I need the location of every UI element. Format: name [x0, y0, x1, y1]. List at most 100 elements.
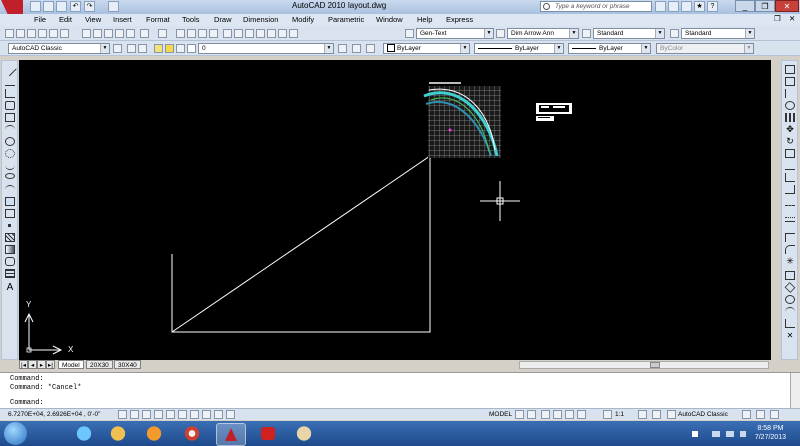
redo-tool-icon[interactable]	[158, 29, 167, 38]
tab-first-icon[interactable]: |◂	[19, 360, 28, 369]
polyline-icon[interactable]	[5, 89, 15, 98]
status-menu-icon[interactable]	[756, 410, 765, 419]
lightbulb-icon[interactable]	[154, 44, 163, 53]
lineweight-select[interactable]: ByLayer ▼	[568, 43, 651, 54]
circle-icon[interactable]	[5, 137, 15, 146]
open-icon[interactable]	[43, 1, 54, 12]
plot-icon[interactable]	[108, 1, 119, 12]
tray-volume-icon[interactable]	[740, 431, 746, 437]
chrome-icon[interactable]	[178, 423, 206, 444]
osnap-endpoint-icon[interactable]	[785, 271, 795, 280]
osnap-nearest-icon[interactable]: ✕	[785, 331, 795, 340]
fillet-icon[interactable]	[785, 245, 795, 254]
array-icon[interactable]	[785, 113, 795, 122]
save-file-icon[interactable]	[27, 29, 36, 38]
steering-wheel-icon[interactable]	[565, 410, 574, 419]
menu-view[interactable]: View	[85, 15, 101, 24]
layer-select[interactable]: 0 ▼	[198, 43, 334, 54]
break-at-point-icon[interactable]	[785, 197, 795, 206]
menu-restore-icon[interactable]: ❐	[774, 14, 781, 23]
sheet-set-icon[interactable]	[256, 29, 265, 38]
copy-icon[interactable]	[93, 29, 102, 38]
help-icon[interactable]: ?	[707, 1, 718, 12]
tray-battery-icon[interactable]	[726, 431, 734, 437]
command-scrollbar[interactable]	[790, 373, 800, 409]
zoom-status-icon[interactable]	[553, 410, 562, 419]
subscription-icon[interactable]	[668, 1, 679, 12]
new-icon[interactable]	[30, 1, 41, 12]
table-style-icon[interactable]	[582, 29, 591, 38]
showmotion-icon[interactable]	[577, 410, 586, 419]
object-snap-tracking-icon[interactable]	[178, 410, 187, 419]
make-current-icon[interactable]	[338, 44, 347, 53]
site-plan-detail[interactable]	[423, 82, 501, 158]
matchprop-icon[interactable]	[115, 29, 124, 38]
text-style-select[interactable]: Gen-Text ▼	[416, 28, 494, 39]
polygon-icon[interactable]	[5, 101, 15, 110]
gradient-icon[interactable]	[5, 245, 15, 254]
multileader-style-icon[interactable]	[670, 29, 679, 38]
sun-icon[interactable]	[165, 44, 174, 53]
menu-express[interactable]: Express	[446, 15, 473, 24]
rectangle-icon[interactable]	[5, 113, 15, 122]
arc-icon[interactable]	[5, 125, 15, 134]
linetype-select[interactable]: ByLayer ▼	[474, 43, 564, 54]
tray-network-icon[interactable]	[712, 431, 720, 437]
copy-object-icon[interactable]	[785, 77, 795, 86]
autocad-logo-icon[interactable]	[1, 0, 23, 14]
layer-previous-icon[interactable]	[352, 44, 361, 53]
preview-icon[interactable]	[49, 29, 58, 38]
menu-format[interactable]: Format	[146, 15, 170, 24]
move-icon[interactable]: ✥	[785, 125, 795, 134]
quick-properties-icon[interactable]	[226, 410, 235, 419]
lineweight-toggle-icon[interactable]	[214, 410, 223, 419]
dim-style-icon[interactable]	[496, 29, 505, 38]
favorites-icon[interactable]: ★	[694, 1, 705, 12]
paint-icon[interactable]	[290, 423, 318, 444]
layer-color-icon[interactable]	[187, 44, 196, 53]
boundary-polyline[interactable]	[171, 155, 431, 333]
paste-icon[interactable]	[104, 29, 113, 38]
command-window[interactable]: Command: Command: *Cancel* Command:	[0, 372, 800, 409]
autocad-task-icon[interactable]	[216, 423, 246, 446]
minimize-icon[interactable]: _	[735, 0, 755, 12]
system-clock[interactable]: 8:58 PM 7/27/2013	[755, 424, 786, 442]
insert-block-icon[interactable]	[5, 197, 15, 206]
dim-style-select[interactable]: Dim Arrow Ann ▼	[507, 28, 579, 39]
dynamic-input-icon[interactable]	[202, 410, 211, 419]
markup-icon[interactable]	[267, 29, 276, 38]
help-tool-icon[interactable]	[289, 29, 298, 38]
plotstyle-select[interactable]: ByColor ▼	[656, 43, 754, 54]
redo-icon[interactable]: ↷	[84, 1, 95, 12]
annotation-scale-icon[interactable]	[603, 410, 612, 419]
model-space-toggle[interactable]: MODEL	[489, 411, 512, 418]
multileader-style-select[interactable]: Standard ▼	[681, 28, 755, 39]
menu-window[interactable]: Window	[376, 15, 403, 24]
table-icon[interactable]	[5, 269, 15, 278]
workspace-settings-icon[interactable]	[113, 44, 122, 53]
lock-icon[interactable]	[176, 44, 185, 53]
menu-help[interactable]: Help	[417, 15, 432, 24]
layer-walk-icon[interactable]	[366, 44, 375, 53]
line-icon[interactable]	[3, 62, 17, 77]
osnap-perpendicular-icon[interactable]	[785, 319, 795, 328]
menu-close-icon[interactable]: ✕	[789, 14, 795, 23]
point-icon[interactable]	[5, 221, 15, 230]
trim-icon[interactable]	[785, 173, 795, 182]
coordinate-readout[interactable]: 6.7270E+04, 2.6926E+04 , 0'-0"	[8, 411, 100, 418]
scale-icon[interactable]	[785, 149, 795, 158]
ellipse-arc-icon[interactable]	[5, 185, 15, 194]
layer-states-icon[interactable]	[138, 44, 147, 53]
properties-icon[interactable]	[223, 29, 232, 38]
save-icon[interactable]	[56, 1, 67, 12]
start-button[interactable]	[4, 422, 27, 445]
tab-model[interactable]: Model	[58, 360, 84, 369]
polar-tracking-icon[interactable]	[154, 410, 163, 419]
osnap-midpoint-icon[interactable]	[784, 282, 796, 293]
menu-parametric[interactable]: Parametric	[328, 15, 364, 24]
clean-screen-icon[interactable]	[770, 410, 779, 419]
ducs-icon[interactable]	[190, 410, 199, 419]
tab-prev-icon[interactable]: ◂	[28, 360, 37, 369]
rotate-icon[interactable]: ↻	[785, 137, 795, 146]
workspace-select[interactable]: AutoCAD Classic ▼	[8, 43, 110, 54]
